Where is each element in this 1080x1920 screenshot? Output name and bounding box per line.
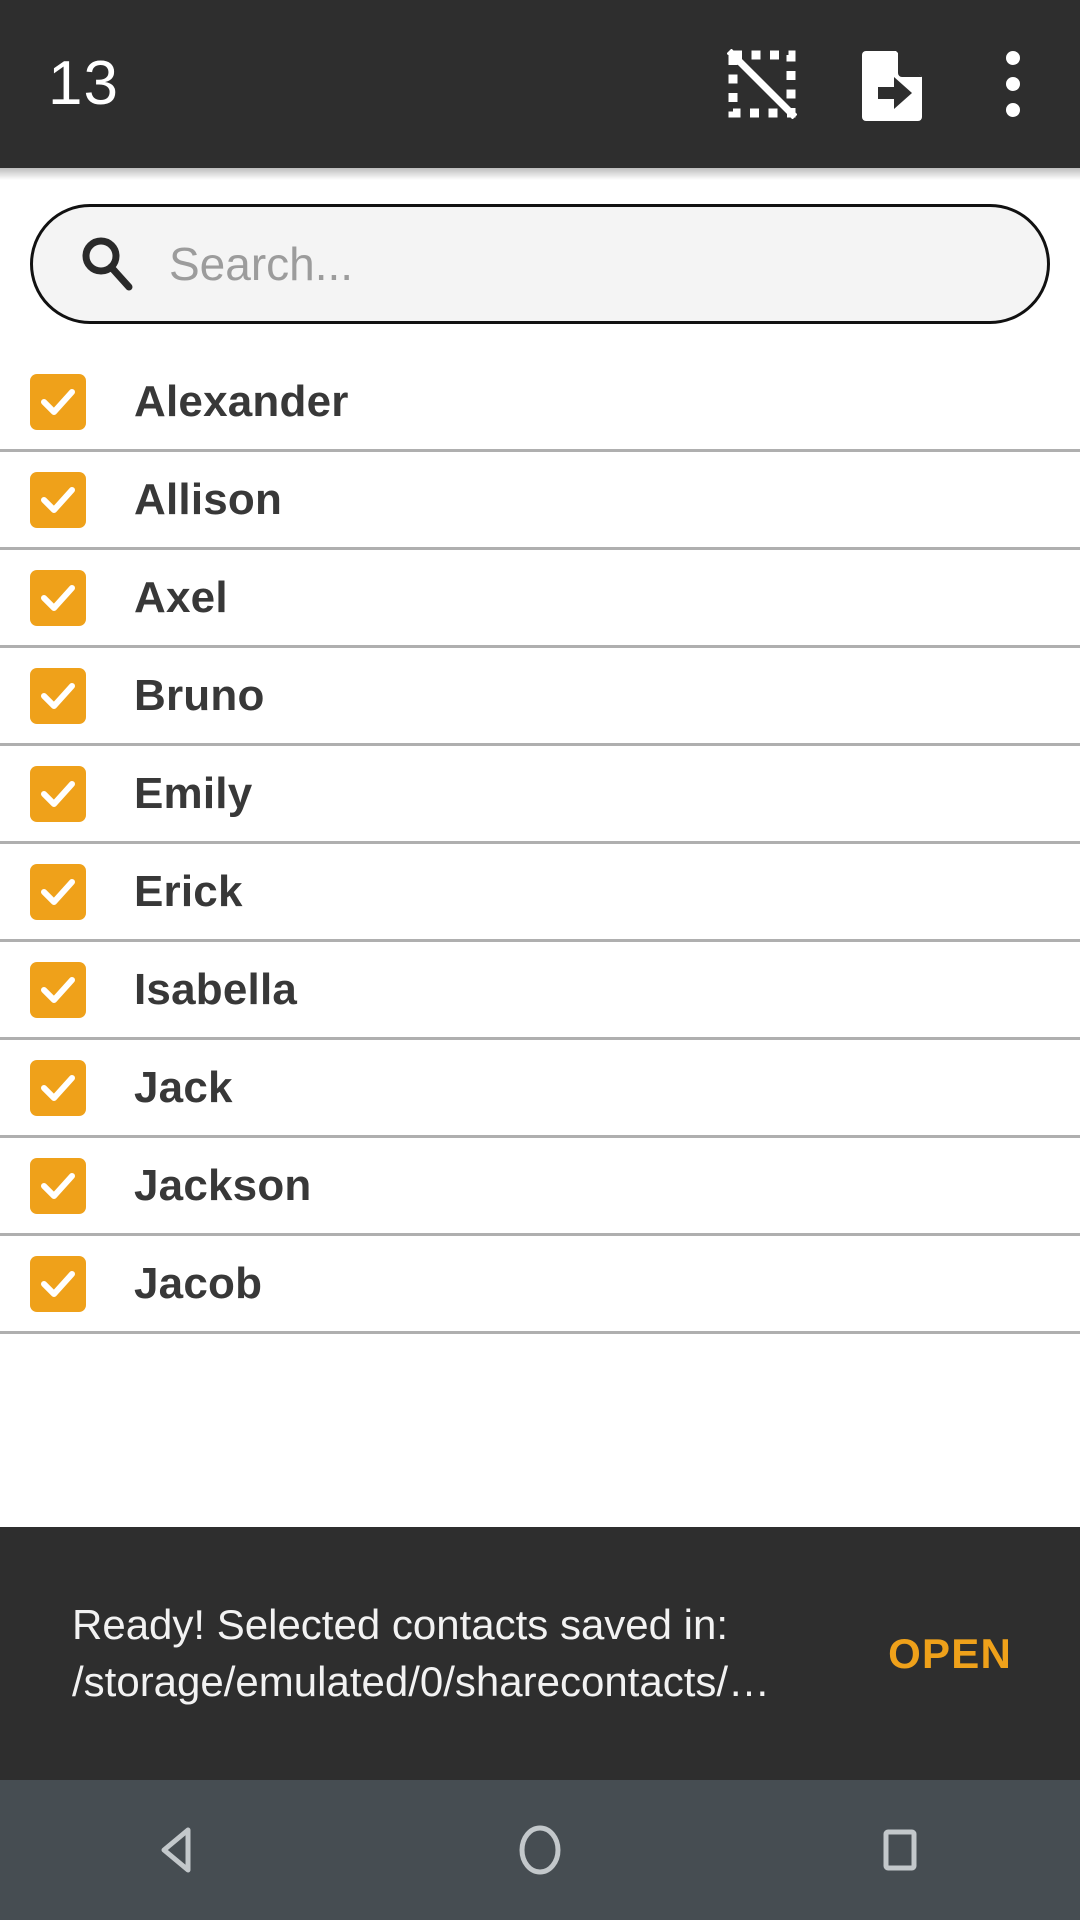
contact-checkbox[interactable] xyxy=(30,667,86,724)
contact-row[interactable]: Isabella xyxy=(0,942,1080,1040)
contact-name: Jackson xyxy=(134,1160,312,1210)
contact-checkbox[interactable] xyxy=(30,471,86,528)
app-screen: 13 Search... Alexander Allison Axel Brun… xyxy=(0,0,1080,1920)
contact-checkbox[interactable] xyxy=(30,765,86,822)
export-file-icon xyxy=(858,47,926,121)
recents-square-icon xyxy=(872,1822,928,1878)
contact-row[interactable]: Bruno xyxy=(0,648,1080,746)
back-triangle-icon xyxy=(152,1822,208,1878)
contact-row[interactable]: Alexander xyxy=(0,354,1080,452)
contact-checkbox[interactable] xyxy=(30,863,86,920)
selection-count: 13 xyxy=(48,49,119,118)
nav-recents-button[interactable] xyxy=(800,1780,1000,1920)
contact-checkbox[interactable] xyxy=(30,1255,86,1312)
more-vertical-icon xyxy=(1006,51,1020,117)
nav-back-button[interactable] xyxy=(80,1780,280,1920)
contact-row[interactable]: Axel xyxy=(0,550,1080,648)
contact-name: Alexander xyxy=(134,376,349,426)
contact-row[interactable]: Allison xyxy=(0,452,1080,550)
deselect-all-icon xyxy=(727,49,797,119)
contact-row[interactable]: Jack xyxy=(0,1040,1080,1138)
contact-name: Erick xyxy=(134,866,243,916)
snackbar-open-button[interactable]: OPEN xyxy=(864,1614,1036,1694)
search-bar[interactable] xyxy=(30,204,1050,324)
contact-checkbox[interactable] xyxy=(30,373,86,430)
contact-name: Axel xyxy=(134,572,228,622)
contact-checkbox[interactable] xyxy=(30,1059,86,1116)
contact-name: Jacob xyxy=(134,1258,263,1308)
contact-name: Allison xyxy=(134,474,283,524)
toolbar: 13 xyxy=(0,0,1080,168)
deselect-all-button[interactable] xyxy=(714,36,810,132)
export-file-button[interactable] xyxy=(844,36,940,132)
search-icon xyxy=(77,233,135,296)
contact-checkbox[interactable] xyxy=(30,569,86,626)
contact-checkbox[interactable] xyxy=(30,1157,86,1214)
system-navigation-bar xyxy=(0,1780,1080,1920)
contact-name: Jack xyxy=(134,1062,233,1112)
contact-row[interactable]: Emily xyxy=(0,746,1080,844)
search-container xyxy=(0,168,1080,354)
contact-name: Emily xyxy=(134,768,253,818)
contact-row[interactable]: Jacob xyxy=(0,1236,1080,1334)
overflow-menu-button[interactable] xyxy=(974,36,1052,132)
contact-name: Bruno xyxy=(134,670,265,720)
contact-row[interactable]: Jackson xyxy=(0,1138,1080,1236)
snackbar: Ready! Selected contacts saved in: /stor… xyxy=(0,1527,1080,1780)
toolbar-actions xyxy=(714,36,1052,132)
search-input[interactable] xyxy=(169,237,1003,291)
contact-name: Isabella xyxy=(134,964,298,1014)
home-circle-icon xyxy=(512,1822,568,1878)
nav-home-button[interactable] xyxy=(440,1780,640,1920)
contact-row[interactable]: Erick xyxy=(0,844,1080,942)
contact-checkbox[interactable] xyxy=(30,961,86,1018)
snackbar-message: Ready! Selected contacts saved in: /stor… xyxy=(72,1601,771,1705)
